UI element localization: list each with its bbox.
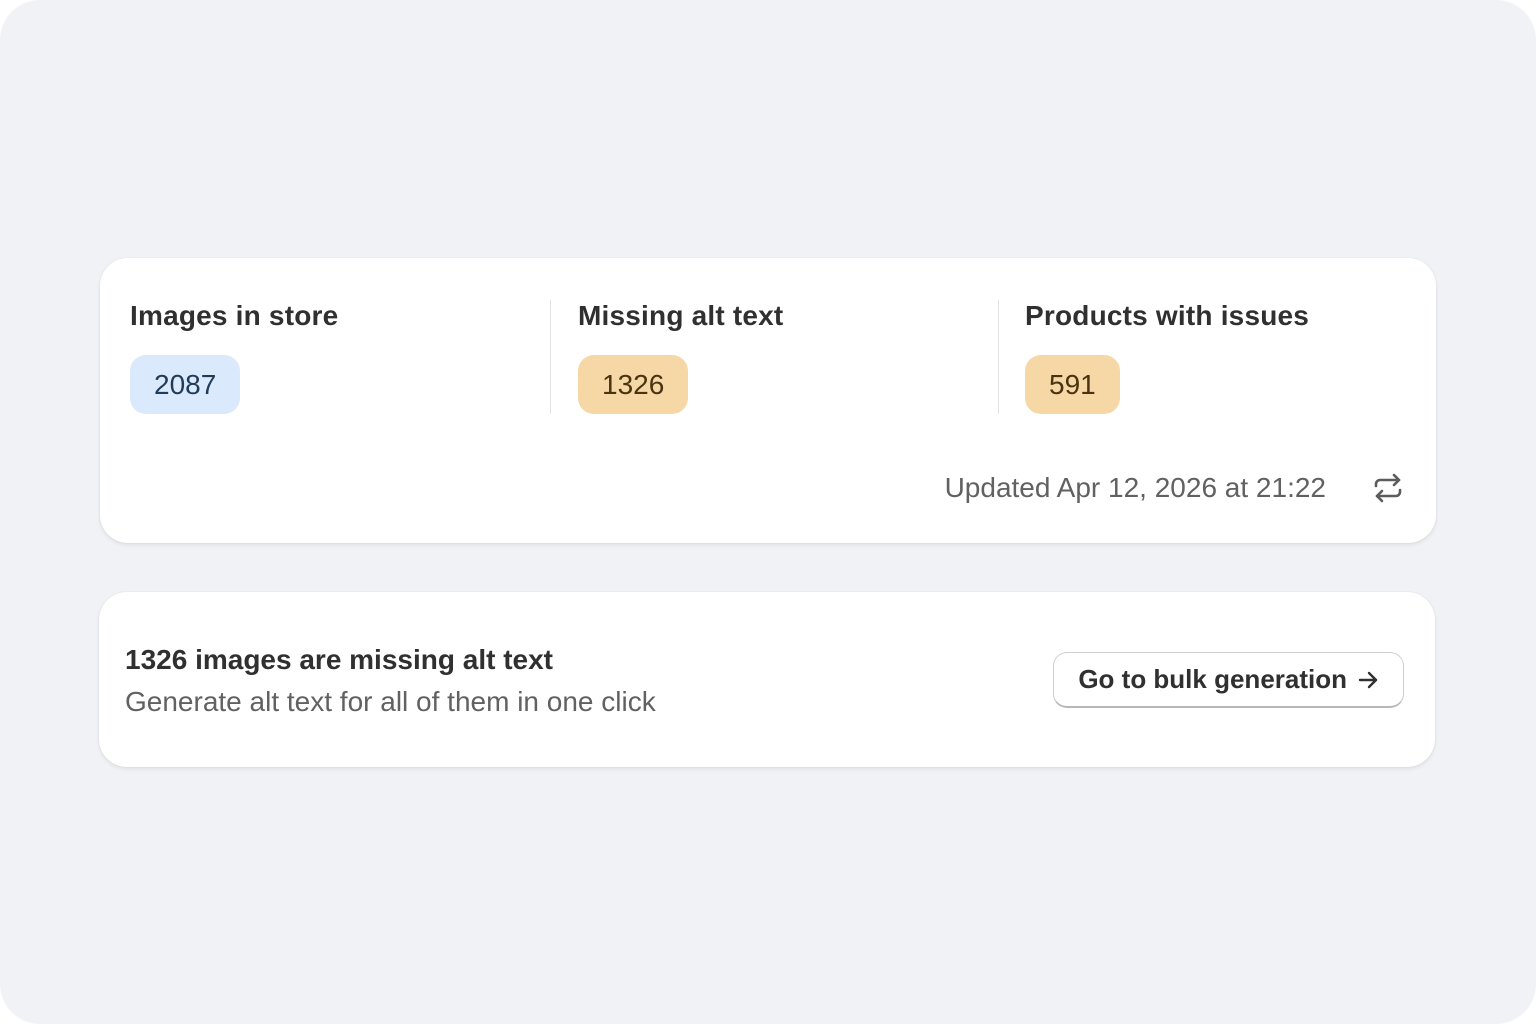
stat-value-badge: 591 xyxy=(1025,355,1120,414)
page-background: Images in store 2087 Missing alt text 13… xyxy=(0,0,1536,1024)
cta-title: 1326 images are missing alt text xyxy=(125,644,553,675)
bulk-generation-card: 1326 images are missing alt text Generat… xyxy=(99,592,1435,767)
button-label: Go to bulk generation xyxy=(1078,664,1347,694)
stat-value-badge: 1326 xyxy=(578,355,689,414)
stat-label: Products with issues xyxy=(1025,300,1310,331)
arrow-right-icon xyxy=(1357,669,1379,691)
stat-label: Images in store xyxy=(130,300,339,331)
stat-images-in-store: Images in store 2087 xyxy=(130,300,530,414)
stat-divider xyxy=(998,300,999,414)
updated-row: Updated Apr 12, 2026 at 21:22 xyxy=(945,468,1406,508)
stat-value-badge: 2087 xyxy=(130,355,241,414)
cta-subtitle: Generate alt text for all of them in one… xyxy=(125,686,656,717)
go-to-bulk-generation-button[interactable]: Go to bulk generation xyxy=(1053,652,1404,708)
stat-missing-alt-text: Missing alt text 1326 xyxy=(578,300,978,414)
stat-divider xyxy=(550,300,551,414)
stat-label: Missing alt text xyxy=(578,300,784,331)
refresh-icon[interactable] xyxy=(1370,470,1406,506)
updated-timestamp: Updated Apr 12, 2026 at 21:22 xyxy=(944,472,1326,503)
stat-products-with-issues: Products with issues 591 xyxy=(1025,300,1425,414)
stats-card: Images in store 2087 Missing alt text 13… xyxy=(100,258,1436,543)
